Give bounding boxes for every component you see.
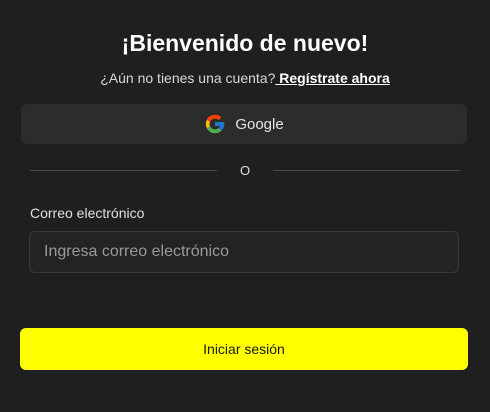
- login-button[interactable]: Iniciar sesión: [20, 328, 468, 370]
- divider-label: O: [239, 162, 251, 178]
- signup-prompt: ¿Aún no tienes una cuenta? Regístrate ah…: [0, 70, 490, 86]
- page-title: ¡Bienvenido de nuevo!: [121, 30, 369, 56]
- email-label: Correo electrónico: [30, 205, 145, 221]
- login-page: ¡Bienvenido de nuevo! ¿Aún no tienes una…: [0, 0, 490, 412]
- google-signin-button[interactable]: Google: [21, 104, 467, 144]
- google-button-label: Google: [235, 115, 284, 133]
- divider-line-left: [30, 169, 217, 171]
- google-icon: [204, 113, 226, 135]
- divider-line-right: [273, 169, 460, 171]
- signup-prompt-text: ¿Aún no tienes una cuenta?: [100, 70, 276, 86]
- or-divider: O: [30, 160, 460, 180]
- email-field[interactable]: [29, 231, 459, 273]
- signup-link[interactable]: Regístrate ahora: [275, 70, 390, 86]
